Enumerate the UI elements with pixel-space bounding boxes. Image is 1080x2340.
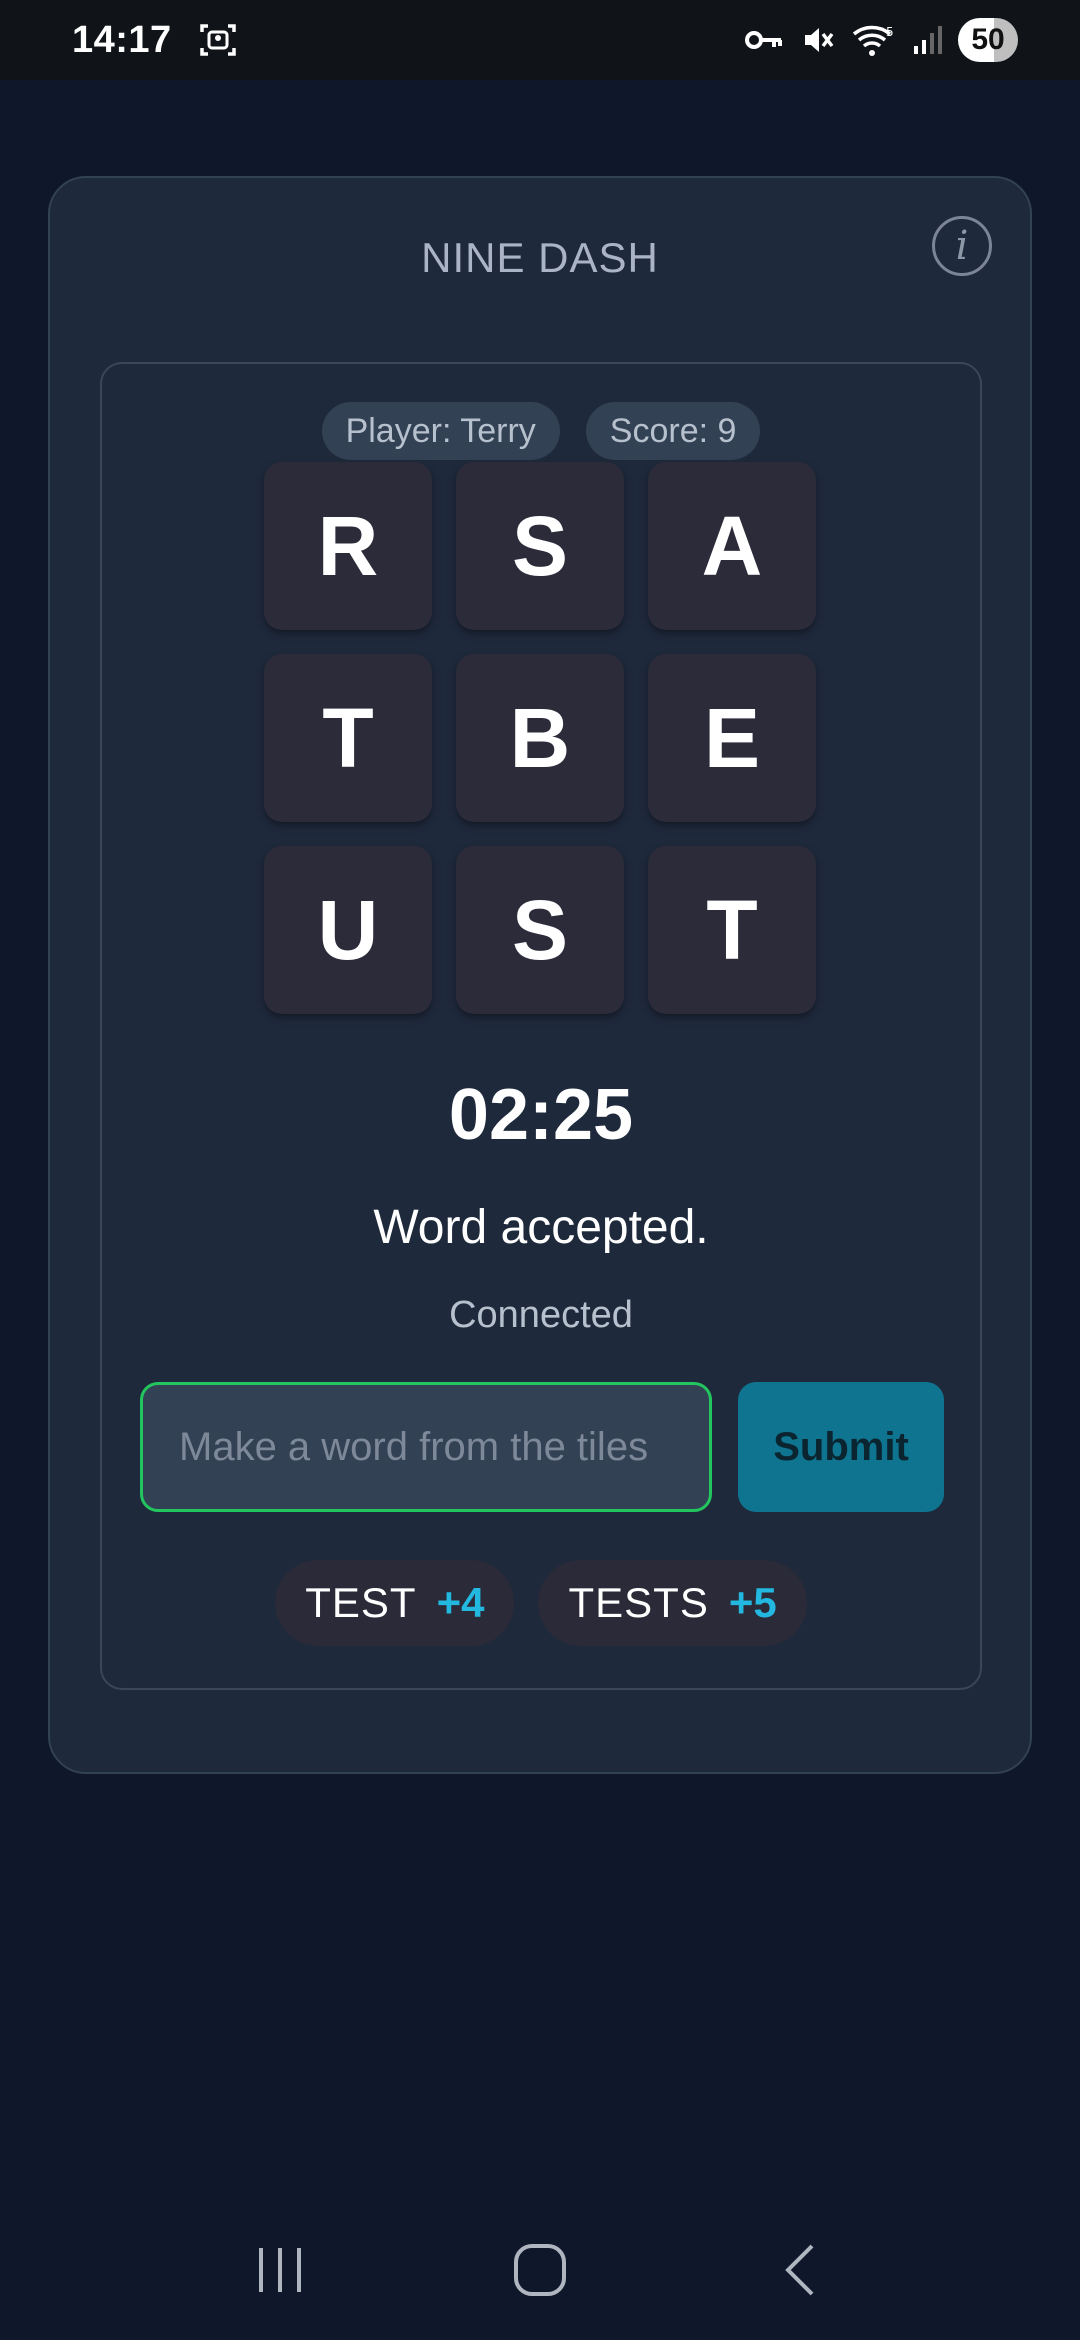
- screenshot-icon: [198, 20, 238, 60]
- letter-tile[interactable]: B: [456, 654, 624, 822]
- recent-apps-icon: [259, 2248, 301, 2292]
- submit-button[interactable]: Submit: [738, 1382, 944, 1512]
- player-pill: Player: Terry: [321, 402, 560, 460]
- letter-tile[interactable]: E: [648, 654, 816, 822]
- score-pill: Score: 9: [585, 402, 761, 460]
- letter-tile[interactable]: T: [264, 654, 432, 822]
- game-panel: Player: Terry Score: 9 R S A T B E U S T…: [100, 362, 982, 1690]
- mute-icon: [800, 22, 836, 58]
- status-time: 14:17: [72, 18, 172, 61]
- back-icon: [785, 2244, 814, 2296]
- system-nav-bar: [0, 2200, 1080, 2340]
- found-word-points: +5: [728, 1579, 777, 1626]
- tile-grid: R S A T B E U S T: [264, 462, 816, 1014]
- letter-tile[interactable]: T: [648, 846, 816, 1014]
- status-message: Word accepted.: [373, 1201, 709, 1254]
- letter-tile[interactable]: U: [264, 846, 432, 1014]
- connection-status: Connected: [449, 1294, 633, 1336]
- home-icon: [514, 2244, 566, 2296]
- battery-indicator: 50: [958, 18, 1018, 62]
- found-word: TESTS: [568, 1579, 709, 1626]
- found-word-chip: TESTS +5: [538, 1560, 807, 1646]
- game-card: NINE DASH i Player: Terry Score: 9 R S A…: [48, 176, 1032, 1774]
- back-button[interactable]: [740, 2220, 860, 2320]
- signal-icon: [912, 24, 942, 56]
- letter-tile[interactable]: A: [648, 462, 816, 630]
- status-bar: 14:17 5 50: [0, 0, 1080, 80]
- svg-text:5: 5: [886, 25, 894, 39]
- app-title: NINE DASH: [421, 234, 659, 281]
- word-input[interactable]: [140, 1382, 712, 1512]
- home-button[interactable]: [480, 2220, 600, 2320]
- letter-tile[interactable]: S: [456, 462, 624, 630]
- letter-tile[interactable]: S: [456, 846, 624, 1014]
- found-word-points: +4: [436, 1579, 485, 1626]
- countdown-timer: 02:25: [448, 1075, 634, 1155]
- found-words-list: TEST +4 TESTS +5: [102, 1560, 980, 1646]
- found-word-chip: TEST +4: [275, 1560, 515, 1646]
- found-word: TEST: [305, 1579, 417, 1626]
- wifi-icon: 5: [852, 22, 896, 58]
- info-icon[interactable]: i: [932, 216, 992, 276]
- letter-tile[interactable]: R: [264, 462, 432, 630]
- vpn-key-icon: [744, 25, 784, 55]
- recent-apps-button[interactable]: [220, 2220, 340, 2320]
